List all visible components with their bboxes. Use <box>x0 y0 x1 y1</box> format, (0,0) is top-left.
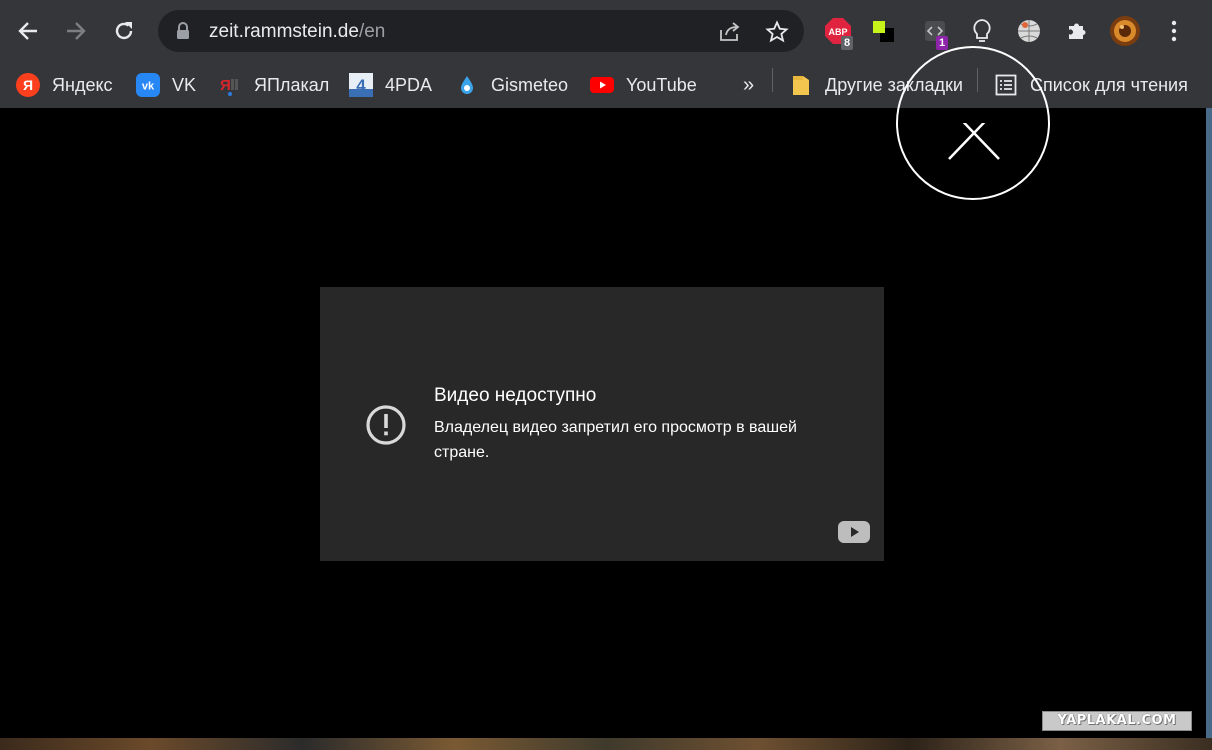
background-window-edge <box>0 738 1212 750</box>
bookmark-label: Gismeteo <box>491 74 569 95</box>
video-player[interactable]: Видео недоступно Владелец видео запретил… <box>320 287 884 561</box>
three-dots-vertical-icon <box>1171 20 1177 42</box>
error-exclamation-icon <box>366 405 406 445</box>
forward-arrow-icon <box>67 22 86 40</box>
url-path: /en <box>358 21 386 42</box>
reading-list-label: Список для чтения <box>1030 74 1188 95</box>
puzzle-piece-icon <box>1069 23 1086 39</box>
gismeteo-icon <box>455 73 479 97</box>
extension-lightbulb[interactable] <box>965 14 999 48</box>
extension-code-viewer[interactable]: 1 <box>918 14 952 50</box>
browser-toolbar: zeit.rammstein.de/en ABP 8 1 <box>0 0 1212 63</box>
yandex-icon: Я <box>16 73 40 97</box>
youtube-logo-icon[interactable] <box>838 521 870 543</box>
video-error-title: Видео недоступно <box>434 385 597 406</box>
reload-icon <box>115 22 133 40</box>
address-bar[interactable]: zeit.rammstein.de/en <box>158 10 804 52</box>
bookmark-star-icon[interactable] <box>765 20 789 44</box>
bookmark-gismeteo[interactable]: Gismeteo <box>455 68 568 102</box>
vk-icon: vk <box>136 73 160 97</box>
extensions-menu-button[interactable] <box>1060 14 1094 48</box>
url-host: zeit.rammstein.de <box>209 21 359 42</box>
reload-button[interactable] <box>106 13 142 49</box>
yaplakal-icon: Я <box>218 73 242 97</box>
lock-icon[interactable] <box>176 22 190 40</box>
profile-avatar-button[interactable] <box>1108 14 1142 48</box>
extension-green-square[interactable] <box>866 14 900 48</box>
bookmark-label: 4PDA <box>385 74 433 95</box>
svg-text:Я: Я <box>220 77 231 94</box>
avatar-icon <box>1110 16 1140 46</box>
bookmark-youtube[interactable]: YouTube <box>590 68 697 102</box>
share-icon[interactable] <box>718 20 742 42</box>
svg-text:vk: vk <box>142 81 155 93</box>
video-error-message: Владелец видео запретил его просмотр в в… <box>434 419 797 461</box>
back-arrow-icon <box>18 22 37 40</box>
url-text[interactable]: zeit.rammstein.de/en <box>209 21 385 43</box>
bookmark-yaplakal[interactable]: Я ЯПлакал <box>218 68 329 102</box>
folder-icon <box>789 73 813 97</box>
close-overlay-button[interactable] <box>896 46 1050 200</box>
lightbulb-icon <box>973 19 991 42</box>
close-icon <box>948 123 1000 160</box>
green-square-icon <box>873 21 894 42</box>
bookmark-label: VK <box>172 74 197 95</box>
watermark: YAPLAKAL.COM <box>1042 711 1192 731</box>
4pda-icon: 4 <box>349 73 373 97</box>
adblock-plus-extension[interactable]: ABP 8 <box>821 14 855 50</box>
bookmark-yandex[interactable]: Я Яндекс <box>16 68 113 102</box>
bookmark-label: ЯПлакал <box>254 74 330 95</box>
globe-icon <box>1018 20 1040 42</box>
code-count-badge: 1 <box>936 36 949 50</box>
bookmarks-overflow-button[interactable]: » <box>743 68 754 102</box>
bookmark-label: Яндекс <box>52 74 113 95</box>
youtube-icon <box>590 73 614 97</box>
abp-count-badge: 8 <box>841 36 854 50</box>
bookmark-vk[interactable]: vk VK <box>136 68 196 102</box>
extension-globe[interactable] <box>1012 14 1046 48</box>
bookmark-4pda[interactable]: 4 4PDA <box>349 68 432 102</box>
svg-text:Я: Я <box>23 77 33 93</box>
browser-menu-button[interactable] <box>1157 14 1191 48</box>
forward-button[interactable] <box>58 13 94 49</box>
bookmarks-divider <box>772 68 773 92</box>
page-content: Видео недоступно Владелец видео запретил… <box>0 46 1206 738</box>
back-button[interactable] <box>10 13 46 49</box>
bookmark-label: YouTube <box>626 74 697 95</box>
background-window-edge <box>1206 108 1212 750</box>
svg-text:4: 4 <box>356 76 366 95</box>
